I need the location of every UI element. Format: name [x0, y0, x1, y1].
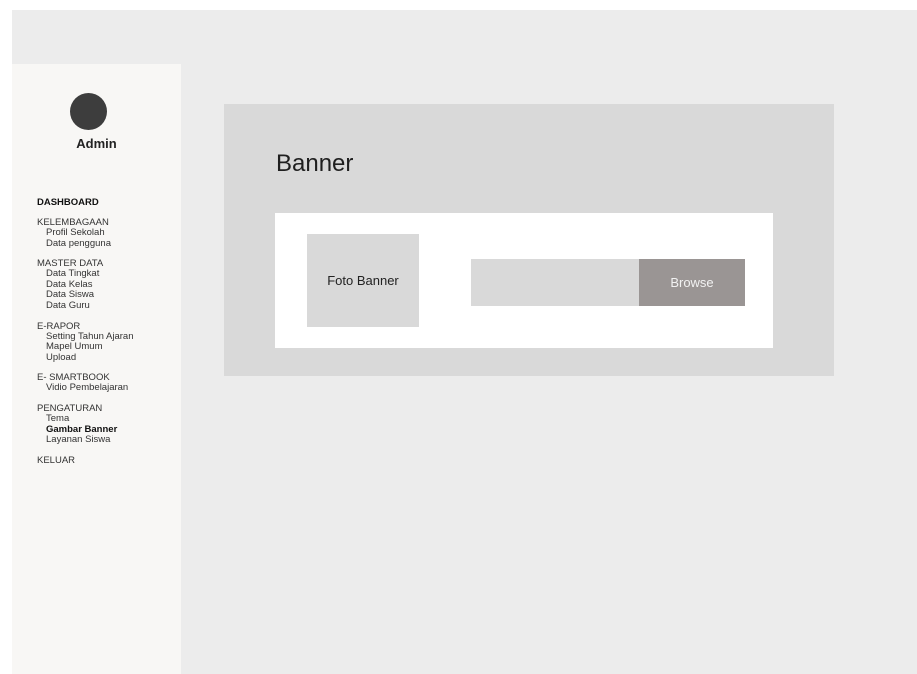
banner-preview-label: Foto Banner	[327, 273, 399, 288]
file-path-field[interactable]	[471, 259, 639, 306]
nav-group-e-rapor[interactable]: E-RAPOR	[37, 321, 134, 332]
browse-button-label: Browse	[670, 275, 714, 290]
nav-dashboard[interactable]: DASHBOARD	[37, 197, 134, 208]
nav-item-data-pengguna[interactable]: Data pengguna	[37, 238, 134, 250]
nav-item-profil-sekolah[interactable]: Profil Sekolah	[37, 227, 134, 239]
nav-item-upload[interactable]: Upload	[37, 352, 134, 364]
nav-item-data-guru[interactable]: Data Guru	[37, 300, 134, 312]
sidebar-nav: DASHBOARD KELEMBAGAAN Profil Sekolah Dat…	[37, 197, 134, 475]
browse-button[interactable]: Browse	[639, 259, 745, 306]
page-title: Banner	[276, 150, 354, 177]
nav-item-tema[interactable]: Tema	[37, 413, 134, 425]
banner-preview: Foto Banner	[307, 234, 419, 327]
nav-item-vidio-pembelajaran[interactable]: Vidio Pembelajaran	[37, 383, 134, 394]
avatar	[70, 93, 107, 130]
user-name: Admin	[76, 136, 117, 151]
nav-keluar[interactable]: KELUAR	[37, 455, 134, 466]
nav-item-layanan-siswa[interactable]: Layanan Siswa	[37, 435, 134, 446]
